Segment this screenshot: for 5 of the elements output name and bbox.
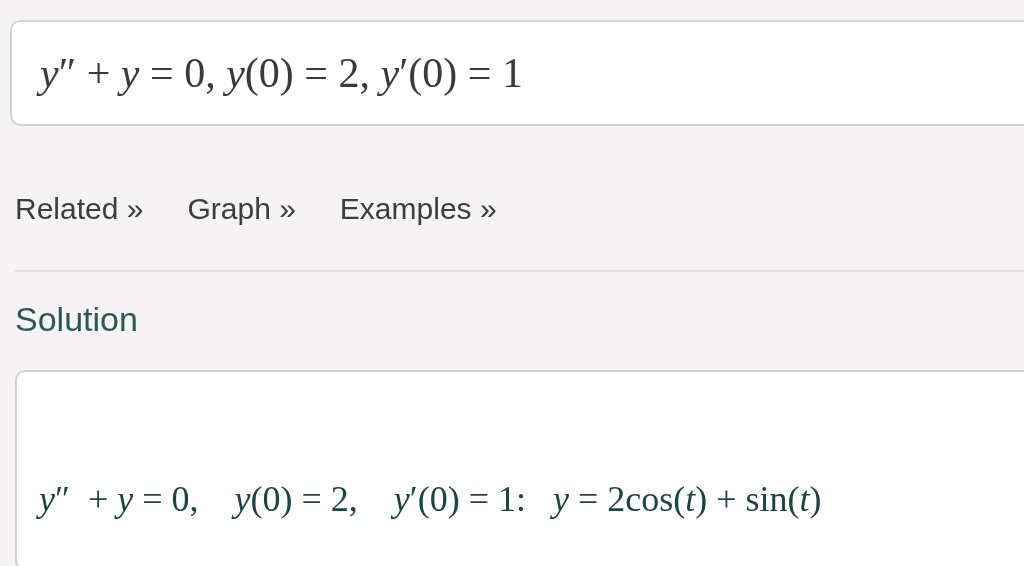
math-input-field[interactable]: y″ + y = 0, y(0) = 2, y′(0) = 1	[10, 20, 1024, 126]
section-heading: Solution	[15, 302, 139, 336]
nav-link[interactable]: Related »	[15, 194, 144, 224]
nav-link[interactable]: Examples »	[339, 194, 497, 224]
nav-link[interactable]: Graph »	[187, 194, 296, 224]
